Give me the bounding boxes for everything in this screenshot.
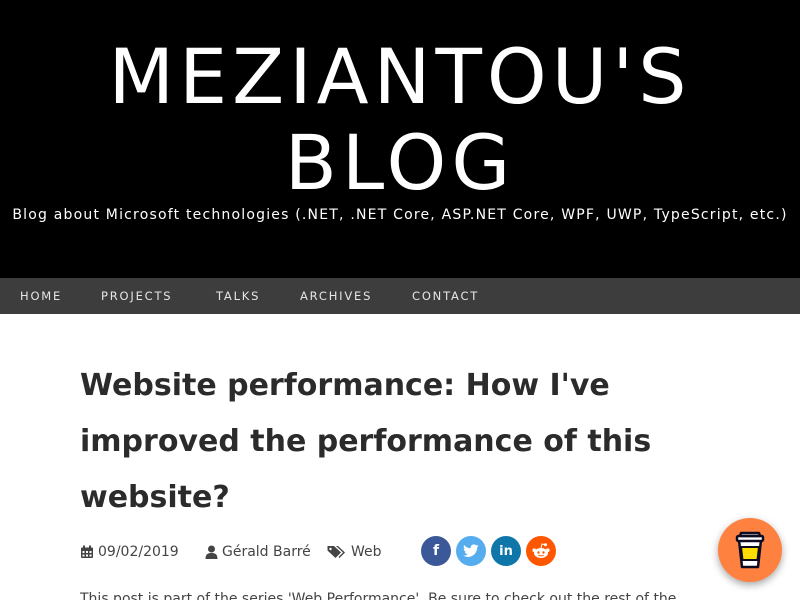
share-linkedin-button[interactable]: in <box>491 536 521 566</box>
coffee-cup-icon <box>735 531 765 569</box>
post-date: 09/02/2019 <box>80 540 179 564</box>
site-tagline: Blog about Microsoft technologies (.NET,… <box>12 207 788 223</box>
calendar-icon <box>81 545 93 558</box>
nav-item-home[interactable]: HOME <box>20 278 62 314</box>
post-author-name[interactable]: Gérald Barré <box>222 540 311 564</box>
nav-item-contact[interactable]: CONTACT <box>412 278 479 314</box>
share-reddit-button[interactable] <box>526 536 556 566</box>
post-author: Gérald Barré <box>205 540 311 564</box>
buy-me-a-coffee-button[interactable] <box>718 518 782 582</box>
share-facebook-button[interactable]: f <box>421 536 451 566</box>
reddit-icon <box>532 543 550 558</box>
post-tags: Web <box>327 540 382 564</box>
twitter-icon <box>463 544 479 557</box>
facebook-icon: f <box>432 543 440 559</box>
nav-item-projects[interactable]: PROJECTS <box>101 278 172 314</box>
linkedin-icon: in <box>499 543 513 559</box>
site-title[interactable]: MEZIANTOU'S BLOG <box>0 34 800 206</box>
post-title: Website performance: How I've improved t… <box>80 368 652 515</box>
site-header: MEZIANTOU'S BLOG Blog about Microsoft te… <box>0 0 800 278</box>
main-navigation: HOME PROJECTS TALKS ARCHIVES CONTACT <box>0 278 800 314</box>
nav-item-talks[interactable]: TALKS <box>216 278 260 314</box>
share-twitter-button[interactable] <box>456 536 486 566</box>
post-intro: This post is part of the series 'Web Per… <box>80 591 677 600</box>
tags-icon <box>327 546 345 558</box>
site-title-line1[interactable]: MEZIANTOU'S <box>0 34 800 120</box>
nav-item-archives[interactable]: ARCHIVES <box>300 278 372 314</box>
user-icon <box>205 545 218 559</box>
post-date-text: 09/02/2019 <box>98 544 179 560</box>
site-title-line2[interactable]: BLOG <box>0 120 800 206</box>
post-tag-web[interactable]: Web <box>351 540 382 564</box>
